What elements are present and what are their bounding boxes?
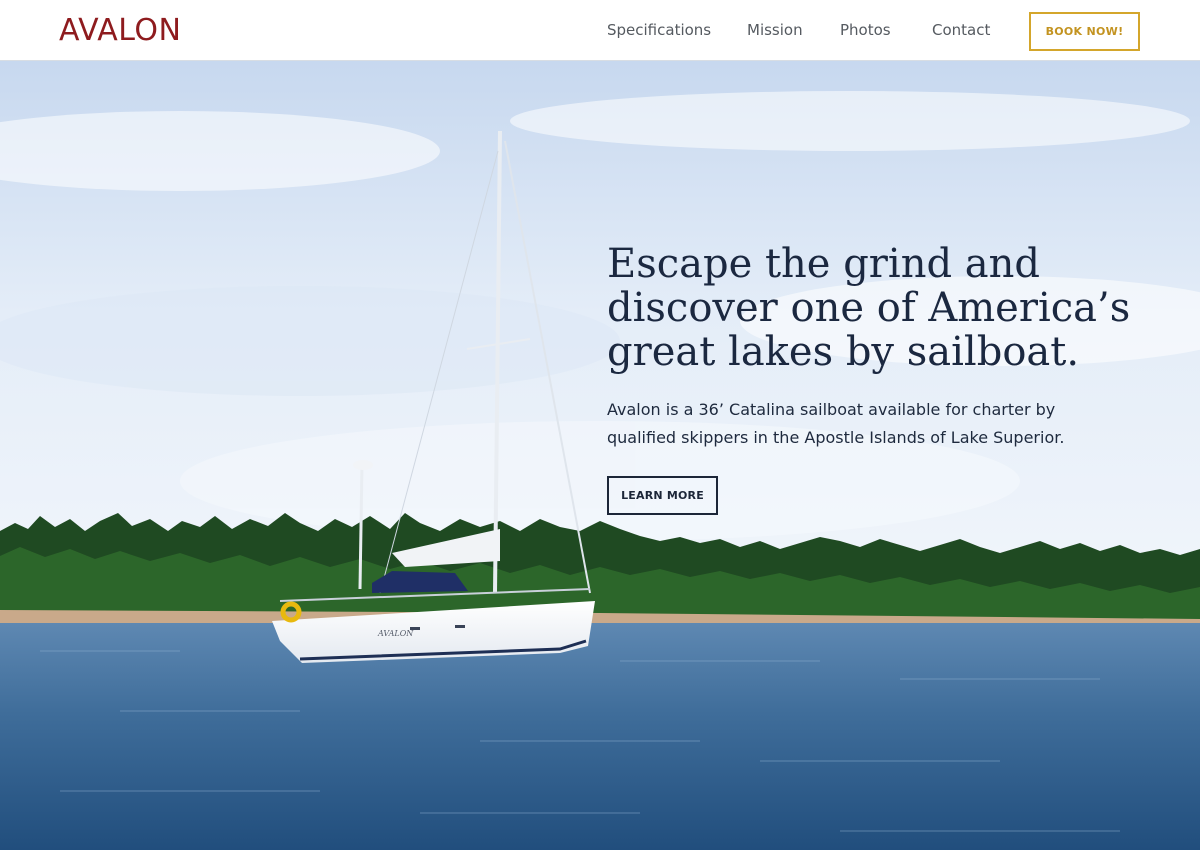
hero-subtext: Avalon is a 36’ Catalina sailboat availa… [607, 400, 1065, 447]
hero-section: AVALON Escape the grind and discover one… [0, 61, 1200, 850]
nav-specifications[interactable]: Specifications [607, 21, 711, 39]
nav-mission[interactable]: Mission [747, 21, 803, 39]
learn-more-button[interactable]: LEARN MORE [607, 476, 718, 515]
nav-contact[interactable]: Contact [932, 21, 990, 39]
hero-background-image: AVALON [0, 61, 1200, 850]
nav-photos[interactable]: Photos [840, 21, 891, 39]
hull-name-text: AVALON [377, 629, 414, 638]
hero-headline: Escape the grind and discover one of Ame… [607, 241, 1131, 375]
book-now-button[interactable]: BOOK NOW! [1029, 12, 1140, 51]
site-logo[interactable]: AVALON [59, 14, 181, 48]
site-header: AVALON Specifications Mission Photos Con… [0, 0, 1200, 61]
lake [0, 623, 1200, 850]
